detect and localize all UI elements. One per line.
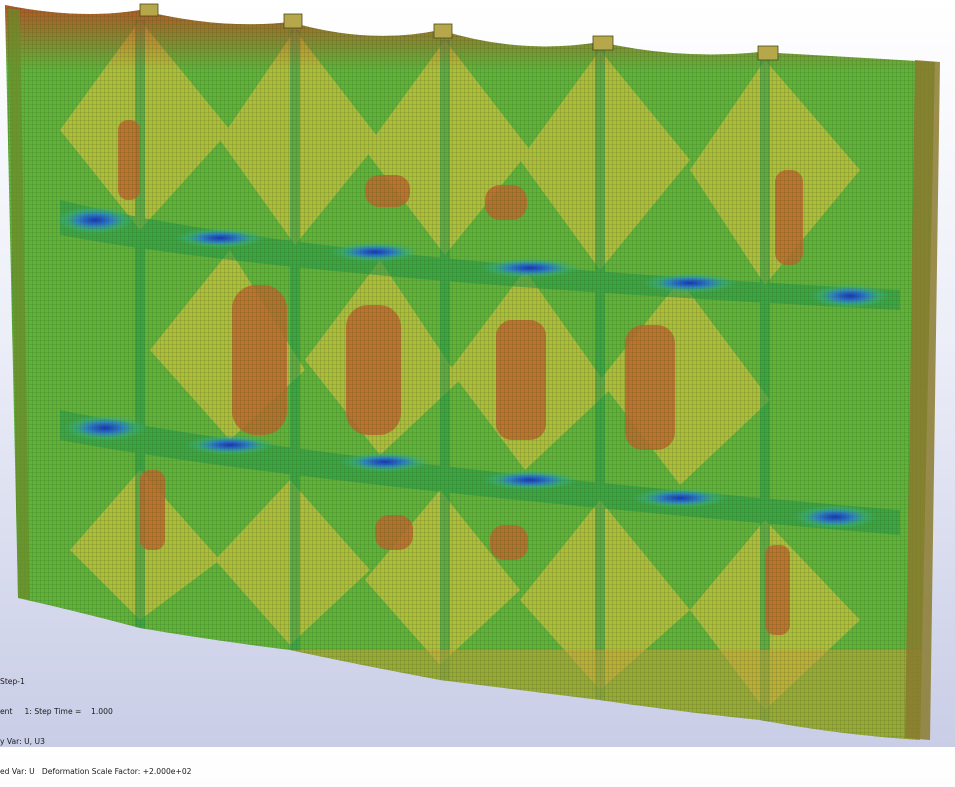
model-viewport[interactable] bbox=[0, 0, 955, 747]
contour-plot-canvas[interactable] bbox=[0, 0, 955, 747]
state-increment-line: ent 1: Step Time = 1.000 bbox=[0, 707, 113, 716]
state-deformed-var-line: ed Var: U Deformation Scale Factor: +2.0… bbox=[0, 767, 192, 776]
viewport-state-block: Step-1 ent 1: Step Time = 1.000 y Var: U… bbox=[0, 657, 320, 787]
state-step-line: Step-1 bbox=[0, 677, 25, 686]
state-primary-var-line: y Var: U, U3 bbox=[0, 737, 45, 746]
deformed-wall bbox=[5, 5, 935, 740]
fe-mesh-overlay bbox=[5, 5, 935, 740]
